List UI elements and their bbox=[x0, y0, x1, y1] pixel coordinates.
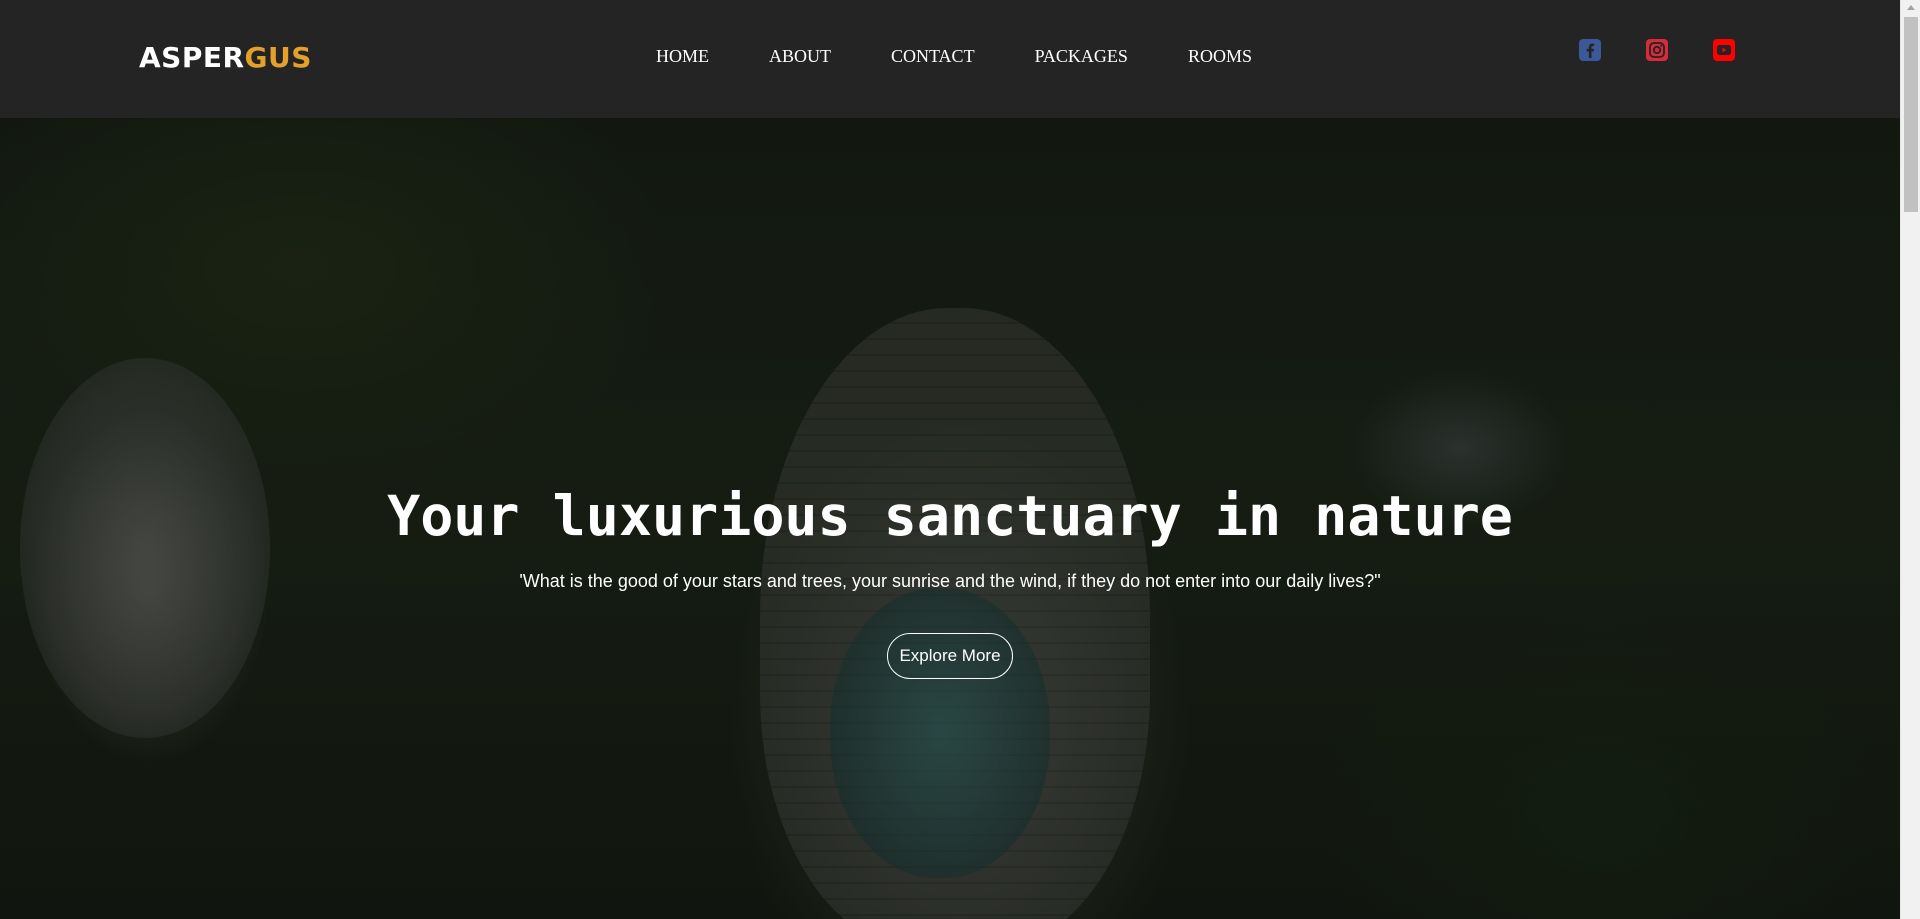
nav-contact-link[interactable]: CONTACT bbox=[891, 44, 975, 68]
social-links bbox=[1578, 38, 1736, 62]
scroll-up-arrow-icon[interactable] bbox=[1907, 5, 1915, 10]
nav-rooms-link[interactable]: ROOMS bbox=[1188, 44, 1252, 68]
instagram-icon[interactable] bbox=[1645, 38, 1669, 62]
facebook-icon[interactable] bbox=[1578, 38, 1602, 62]
scrollbar-thumb[interactable] bbox=[1904, 17, 1918, 212]
hero-quote: 'What is the good of your stars and tree… bbox=[519, 571, 1381, 591]
nav-packages-link[interactable]: PACKAGES bbox=[1035, 44, 1128, 68]
youtube-icon[interactable] bbox=[1712, 38, 1736, 62]
nav-about-link[interactable]: ABOUT bbox=[769, 44, 831, 68]
site-header: ASPERGUS HOME ABOUT CONTACT PACKAGES ROO… bbox=[0, 0, 1900, 118]
page: ASPERGUS HOME ABOUT CONTACT PACKAGES ROO… bbox=[0, 0, 1920, 919]
site-logo[interactable]: ASPERGUS bbox=[139, 40, 312, 76]
main-nav: HOME ABOUT CONTACT PACKAGES ROOMS bbox=[656, 44, 1252, 68]
explore-more-button[interactable]: Explore More bbox=[887, 633, 1013, 679]
logo-text-accent: GUS bbox=[244, 41, 312, 74]
hero-section: Your luxurious sanctuary in nature 'What… bbox=[0, 118, 1900, 919]
logo-text-primary: ASPER bbox=[139, 41, 245, 74]
page-scrollbar[interactable] bbox=[1900, 0, 1920, 919]
nav-home-link[interactable]: HOME bbox=[656, 44, 709, 68]
hero-title: Your luxurious sanctuary in nature bbox=[387, 484, 1513, 548]
